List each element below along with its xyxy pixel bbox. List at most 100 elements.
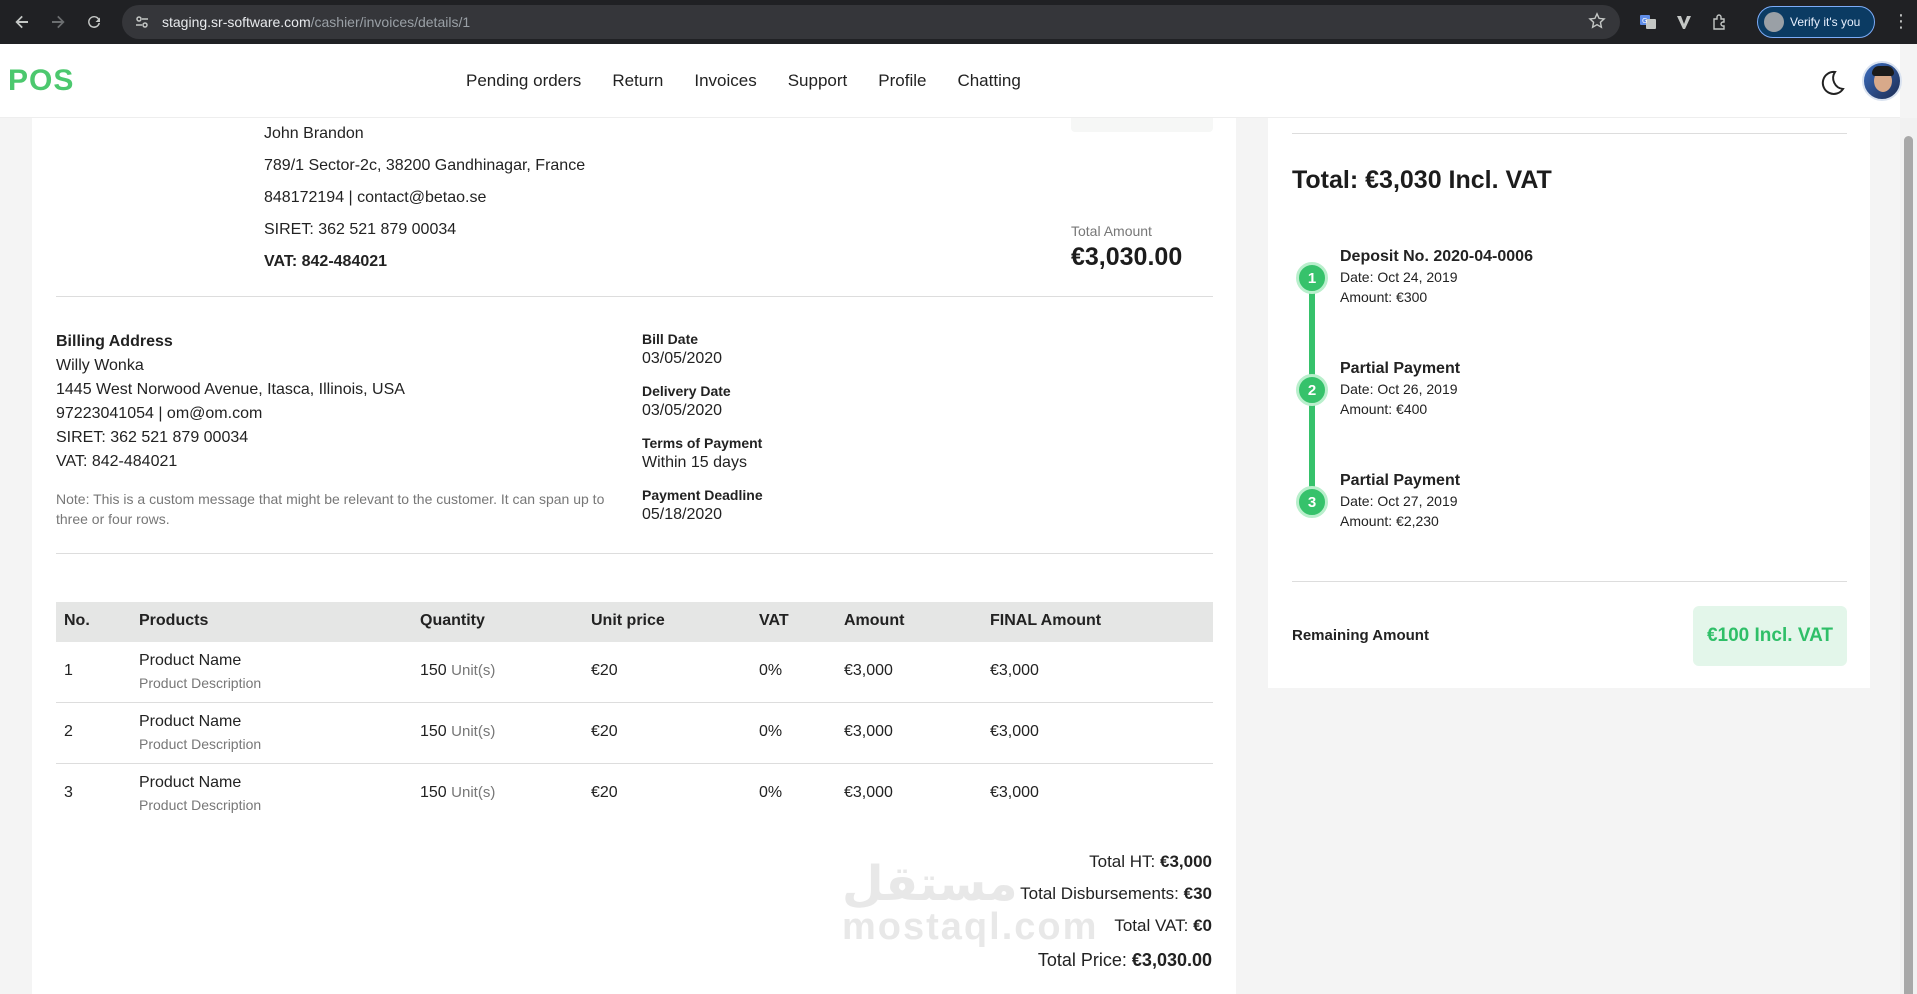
table-row: 3 Product Name Product Description 150 U… xyxy=(56,764,1213,825)
seller-vat: VAT: 842-484021 xyxy=(264,253,388,270)
payment-step: Partial Payment Date: Oct 26, 2019 Amoun… xyxy=(1340,359,1460,419)
total-vat: Total VAT: €0 xyxy=(1020,910,1212,942)
step-amount: Amount: €300 xyxy=(1340,289,1428,305)
nav-invoices[interactable]: Invoices xyxy=(694,71,756,91)
divider xyxy=(56,296,1213,297)
header-box-edge xyxy=(1071,118,1213,132)
customer-note: Note: This is a custom message that migh… xyxy=(56,491,605,527)
product-description: Product Description xyxy=(139,797,262,813)
total-price-label: Total Price: xyxy=(1037,950,1127,970)
quantity-unit: Unit(s) xyxy=(451,784,496,801)
step-title: Partial Payment xyxy=(1340,472,1461,489)
total-ht: Total HT: €3,000 xyxy=(1020,846,1212,878)
browser-toolbar: staging.sr-software.com/cashier/invoices… xyxy=(0,0,1917,44)
quantity-value: 150 xyxy=(420,662,447,679)
total-ht-value: €3,000 xyxy=(1160,852,1212,871)
table-row: 2 Product Name Product Description 150 U… xyxy=(56,703,1213,764)
total-vat-value: €0 xyxy=(1193,916,1212,935)
quantity: 150 Unit(s) xyxy=(420,662,495,680)
col-products: Products xyxy=(139,612,209,629)
vat: 0% xyxy=(759,784,783,801)
url-host: staging.sr-software.com xyxy=(162,14,311,30)
more-menu-icon[interactable]: ⋮ xyxy=(1892,12,1910,30)
total-price-value: €3,030.00 xyxy=(1131,950,1212,970)
divider xyxy=(1292,133,1847,134)
col-quantity: Quantity xyxy=(420,612,485,629)
quantity-value: 150 xyxy=(420,784,447,801)
nav-support[interactable]: Support xyxy=(788,71,848,91)
delivery-date-value: 03/05/2020 xyxy=(642,402,723,419)
total-disb-value: €30 xyxy=(1183,884,1212,903)
quantity: 150 Unit(s) xyxy=(420,784,495,802)
billing-street: 1445 West Norwood Avenue, Itasca, Illino… xyxy=(56,381,405,398)
total-amount-label: Total Amount xyxy=(1071,223,1152,239)
total-amount-value: €3,030.00 xyxy=(1071,243,1183,271)
step-2-badge: 2 xyxy=(1296,374,1328,406)
payment-step: Deposit No. 2020-04-0006 Date: Oct 24, 2… xyxy=(1340,247,1533,307)
extension-v-icon[interactable] xyxy=(1672,10,1696,34)
page-scrollbar[interactable] xyxy=(1900,118,1917,994)
product-name: Product Name xyxy=(139,652,242,669)
bill-date-label: Bill Date xyxy=(642,331,699,347)
col-unit-price: Unit price xyxy=(591,612,665,629)
address-bar[interactable]: staging.sr-software.com/cashier/invoices… xyxy=(122,5,1620,39)
dark-mode-moon-icon[interactable] xyxy=(1817,68,1847,98)
bookmark-star-icon[interactable] xyxy=(1588,12,1606,35)
seller-info: John Brandon 789/1 Sector-2c, 38200 Gand… xyxy=(264,118,585,278)
total-disb-label: Total Disbursements: xyxy=(1020,884,1179,903)
scrollbar-thumb[interactable] xyxy=(1904,136,1913,994)
step-title: Partial Payment xyxy=(1340,360,1461,377)
terms-value: Within 15 days xyxy=(642,454,747,471)
back-arrow-icon[interactable] xyxy=(8,8,36,36)
quantity-unit: Unit(s) xyxy=(451,723,496,740)
billing-vat: VAT: 842-484021 xyxy=(56,453,178,470)
nav-profile[interactable]: Profile xyxy=(878,71,926,91)
verify-profile-button[interactable]: Verify it's you xyxy=(1757,6,1875,38)
divider xyxy=(1292,581,1847,582)
col-final-amount: FINAL Amount xyxy=(990,612,1102,629)
translate-icon[interactable]: G xyxy=(1636,10,1660,34)
product-name: Product Name xyxy=(139,713,242,730)
nav-return[interactable]: Return xyxy=(612,71,663,91)
step-amount: Amount: €2,230 xyxy=(1340,513,1439,529)
payment-step: Partial Payment Date: Oct 27, 2019 Amoun… xyxy=(1340,471,1460,531)
profile-avatar-icon xyxy=(1764,12,1784,32)
deadline-label: Payment Deadline xyxy=(642,487,763,503)
step-1-badge: 1 xyxy=(1296,262,1328,294)
delivery-date-label: Delivery Date xyxy=(642,383,731,399)
site-settings-icon[interactable] xyxy=(132,12,152,32)
row-number: 1 xyxy=(64,662,73,679)
col-no: No. xyxy=(64,612,90,629)
row-number: 3 xyxy=(64,784,73,801)
col-amount: Amount xyxy=(844,612,905,629)
extensions-puzzle-icon[interactable] xyxy=(1708,10,1732,34)
avatar-hair xyxy=(1872,66,1894,76)
row-number: 2 xyxy=(64,723,73,740)
nav-pending-orders[interactable]: Pending orders xyxy=(466,71,581,91)
final-amount: €3,000 xyxy=(990,662,1039,679)
forward-arrow-icon[interactable] xyxy=(44,8,72,36)
amount: €3,000 xyxy=(844,723,893,740)
deadline-value: 05/18/2020 xyxy=(642,506,723,523)
unit-price: €20 xyxy=(591,662,618,679)
step-date: Date: Oct 26, 2019 xyxy=(1340,381,1458,397)
user-avatar[interactable] xyxy=(1862,61,1902,101)
nav-chatting[interactable]: Chatting xyxy=(957,71,1020,91)
bill-date-value: 03/05/2020 xyxy=(642,350,723,367)
reload-icon[interactable] xyxy=(80,8,108,36)
final-amount: €3,000 xyxy=(990,784,1039,801)
url-text: staging.sr-software.com/cashier/invoices… xyxy=(162,14,470,30)
total-disbursements: Total Disbursements: €30 xyxy=(1020,878,1212,910)
vat: 0% xyxy=(759,723,783,740)
app-header: POS Pending orders Return Invoices Suppo… xyxy=(0,44,1902,118)
unit-price: €20 xyxy=(591,723,618,740)
billing-address: Billing Address Willy Wonka 1445 West No… xyxy=(56,330,405,474)
terms-label: Terms of Payment xyxy=(642,435,763,451)
total-ht-label: Total HT: xyxy=(1089,852,1156,871)
main-nav: Pending orders Return Invoices Support P… xyxy=(466,71,1052,91)
amount: €3,000 xyxy=(844,662,893,679)
step-amount: Amount: €400 xyxy=(1340,401,1428,417)
side-total: Total: €3,030 Incl. VAT xyxy=(1292,166,1552,194)
logo[interactable]: POS xyxy=(8,64,74,98)
invoice-totals: Total HT: €3,000 Total Disbursements: €3… xyxy=(1020,846,1212,976)
